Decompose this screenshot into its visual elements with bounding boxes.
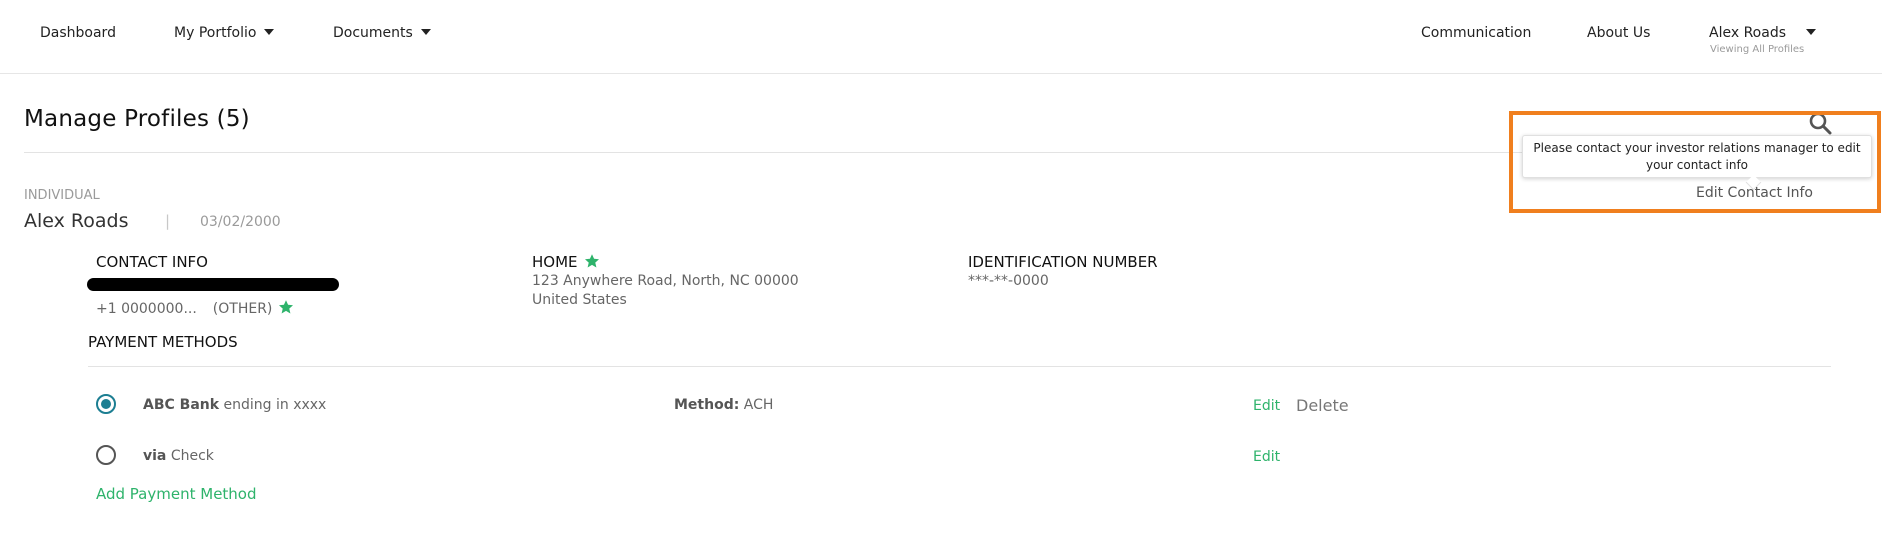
nav-my-portfolio[interactable]: My Portfolio (174, 25, 275, 41)
redacted-email (87, 278, 339, 291)
user-subtitle: Viewing All Profiles (1710, 44, 1805, 55)
home-address-line2: United States (532, 292, 627, 308)
profile-separator: | (165, 212, 171, 230)
profile-name: Alex Roads (24, 210, 129, 232)
contact-info-heading: CONTACT INFO (96, 253, 208, 271)
payment-method-label: Method: (674, 397, 740, 413)
user-name: Alex Roads (1709, 25, 1786, 41)
payment-row-2-desc: Check (170, 448, 214, 464)
nav-about-us[interactable]: About Us (1587, 25, 1650, 41)
contact-phone-type: (OTHER) (212, 301, 273, 317)
payment-row-1-delete-link[interactable]: Delete (1296, 396, 1349, 415)
highlight-box (1509, 111, 1881, 213)
caret-down-icon (420, 29, 431, 35)
user-menu[interactable]: Alex Roads (1709, 25, 1816, 41)
payment-row-1-edit-link[interactable]: Edit (1253, 398, 1280, 414)
payment-methods-heading: PAYMENT METHODS (88, 333, 238, 351)
page-title: Manage Profiles (5) (24, 106, 250, 132)
payment-row-2-edit-link[interactable]: Edit (1253, 449, 1280, 465)
contact-phone: +1 0000000... (96, 301, 197, 317)
nav-documents[interactable]: Documents (333, 25, 431, 41)
top-nav: Dashboard My Portfolio Documents Communi… (0, 0, 1882, 74)
payment-divider (88, 366, 1831, 367)
profile-type: INDIVIDUAL (24, 188, 100, 203)
payment-row-1-method: Method: ACH (674, 397, 773, 413)
star-icon (584, 254, 599, 268)
payment-row-2-label: via Check (143, 448, 214, 464)
add-payment-method-link[interactable]: Add Payment Method (96, 485, 257, 503)
identification-value: ***-**-0000 (968, 273, 1049, 289)
payment-row-1-bank: ABC Bank (143, 397, 220, 413)
payment-radio-unselected[interactable] (96, 445, 116, 465)
title-divider (24, 152, 1590, 153)
payment-row-1-label: ABC Bank ending in xxxx (143, 397, 326, 413)
contact-phone-line: +1 0000000... (OTHER) (96, 299, 294, 317)
home-heading-line: HOME (532, 253, 600, 271)
nav-communication[interactable]: Communication (1421, 25, 1531, 41)
payment-method-value: ACH (743, 397, 774, 413)
payment-row-2-via: via (143, 448, 167, 464)
home-heading: HOME (532, 253, 578, 271)
nav-dashboard[interactable]: Dashboard (40, 25, 116, 41)
nav-documents-label: Documents (333, 25, 413, 41)
payment-radio-selected[interactable] (96, 394, 116, 414)
identification-heading: IDENTIFICATION NUMBER (968, 253, 1158, 271)
caret-down-icon (264, 29, 275, 35)
home-address-line1: 123 Anywhere Road, North, NC 00000 (532, 273, 799, 289)
profile-date: 03/02/2000 (200, 214, 281, 230)
star-icon (279, 300, 294, 314)
nav-my-portfolio-label: My Portfolio (174, 25, 257, 41)
caret-down-icon (1806, 29, 1816, 35)
payment-row-1-desc: ending in xxxx (223, 397, 327, 413)
